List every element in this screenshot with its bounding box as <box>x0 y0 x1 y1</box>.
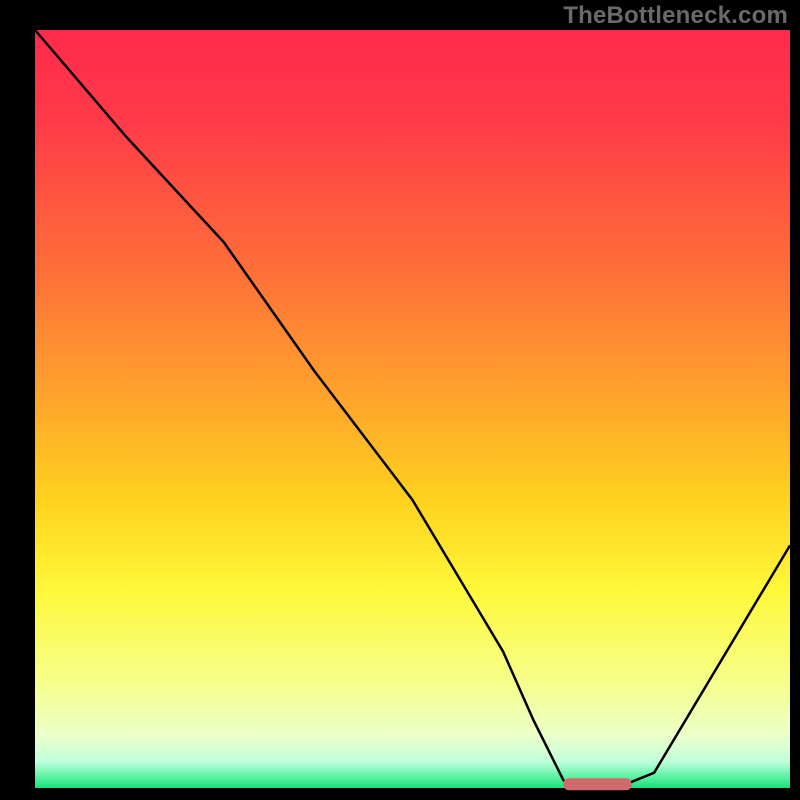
gradient-background <box>35 30 790 788</box>
chart-svg <box>0 0 800 800</box>
bottleneck-chart: TheBottleneck.com <box>0 0 800 800</box>
watermark-text: TheBottleneck.com <box>563 2 788 30</box>
optimum-marker <box>564 778 632 790</box>
